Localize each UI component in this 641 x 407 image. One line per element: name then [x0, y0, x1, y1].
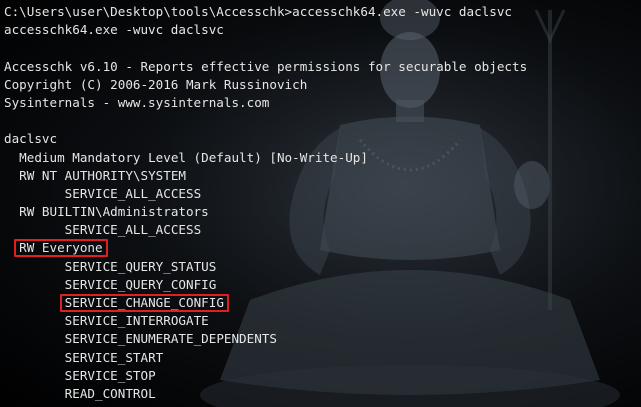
line-text: SERVICE_START — [64, 349, 164, 365]
terminal-window[interactable]: C:\Users\user\Desktop\tools\Accesschk>ac… — [0, 0, 641, 407]
console-line: SERVICE_INTERROGATE — [4, 312, 527, 330]
console-line: SERVICE_ENUMERATE_DEPENDENTS — [4, 330, 527, 348]
line-text: SERVICE_QUERY_STATUS — [64, 258, 217, 274]
console-line: Sysinternals - www.sysinternals.com — [4, 94, 527, 112]
console-line: Accesschk v6.10 - Reports effective perm… — [4, 58, 527, 76]
console-line: SERVICE_START — [4, 349, 527, 367]
console-line: daclsvc — [4, 130, 527, 148]
line-text: READ_CONTROL — [64, 385, 156, 401]
console-output: C:\Users\user\Desktop\tools\Accesschk>ac… — [4, 3, 527, 403]
line-text: SERVICE_QUERY_CONFIG — [64, 276, 217, 292]
highlighted-line-text: RW Everyone — [14, 239, 108, 258]
line-text: accesschk64.exe -wuvc daclsvc — [4, 22, 224, 38]
console-line: RW NT AUTHORITY\SYSTEM — [4, 167, 527, 185]
console-line: accesschk64.exe -wuvc daclsvc — [4, 21, 527, 39]
console-line: SERVICE_QUERY_STATUS — [4, 258, 527, 276]
console-line: SERVICE_ALL_ACCESS — [4, 221, 527, 239]
console-line: SERVICE_STOP — [4, 367, 527, 385]
line-text: SERVICE_STOP — [64, 367, 156, 383]
line-text: daclsvc — [4, 131, 58, 147]
console-line: SERVICE_CHANGE_CONFIG — [4, 294, 527, 312]
line-text: SERVICE_ENUMERATE_DEPENDENTS — [64, 331, 277, 347]
console-line: SERVICE_ALL_ACCESS — [4, 185, 527, 203]
console-line: READ_CONTROL — [4, 385, 527, 403]
console-line: RW Everyone — [4, 239, 527, 258]
console-line: Medium Mandatory Level (Default) [No-Wri… — [4, 149, 527, 167]
console-line: RW BUILTIN\Administrators — [4, 203, 527, 221]
console-line: C:\Users\user\Desktop\tools\Accesschk>ac… — [4, 3, 527, 21]
highlighted-line-text: SERVICE_CHANGE_CONFIG — [59, 294, 229, 312]
line-text: Sysinternals - www.sysinternals.com — [4, 94, 270, 110]
line-text: SERVICE_ALL_ACCESS — [64, 222, 202, 238]
console-line: Copyright (C) 2006-2016 Mark Russinovich — [4, 76, 527, 94]
line-text: Medium Mandatory Level (Default) [No-Wri… — [19, 149, 368, 165]
line-text: RW NT AUTHORITY\SYSTEM — [19, 167, 186, 183]
line-text: Accesschk v6.10 - Reports effective perm… — [4, 58, 528, 74]
line-text: C:\Users\user\Desktop\tools\Accesschk>ac… — [4, 4, 512, 19]
line-text: SERVICE_ALL_ACCESS — [64, 185, 202, 201]
line-text: Copyright (C) 2006-2016 Mark Russinovich — [4, 76, 308, 92]
line-text: SERVICE_INTERROGATE — [64, 313, 209, 329]
console-line: SERVICE_QUERY_CONFIG — [4, 276, 527, 294]
line-text: RW BUILTIN\Administrators — [19, 204, 209, 220]
